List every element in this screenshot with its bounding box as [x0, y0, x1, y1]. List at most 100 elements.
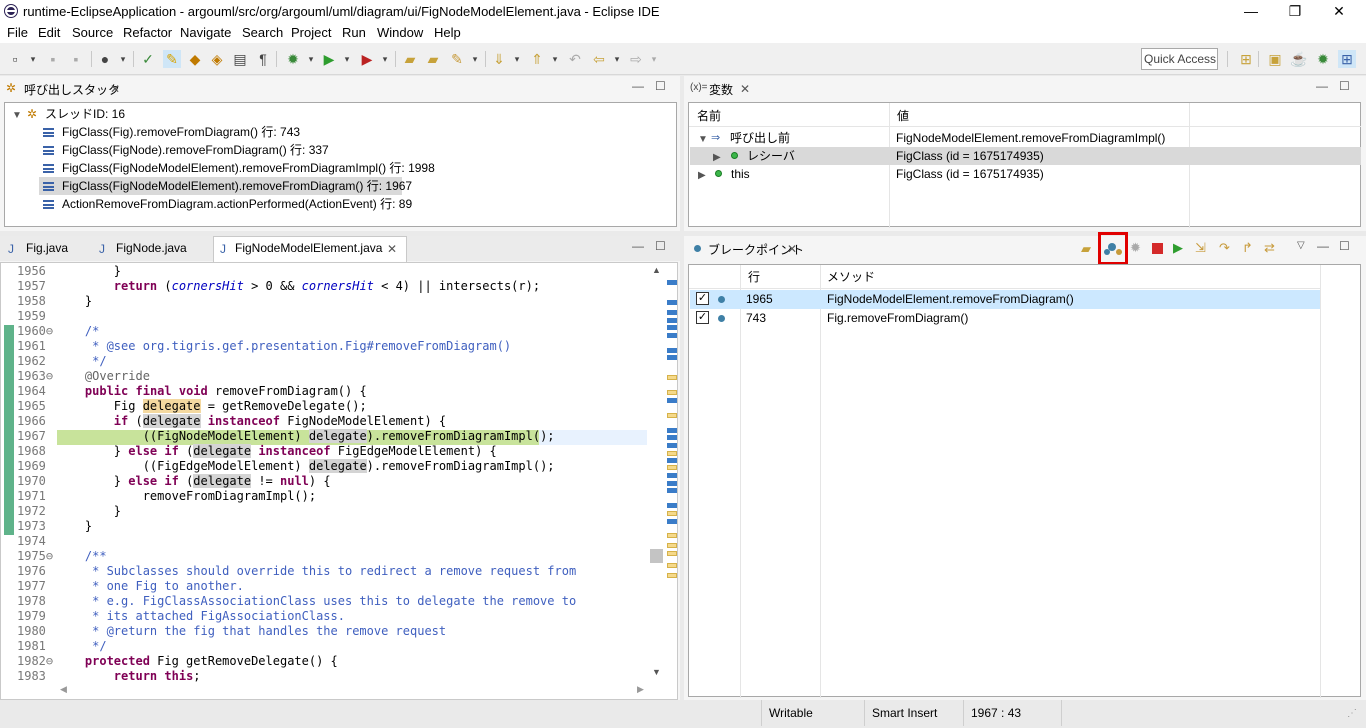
code-line[interactable]: ((FigNodeModelElement) delegate).removeF…: [56, 429, 555, 444]
terminate-icon[interactable]: [1152, 243, 1163, 254]
back-dropdown-icon[interactable]: ▾: [608, 50, 626, 68]
menu-refactor[interactable]: Refactor: [123, 25, 172, 40]
code-line[interactable]: return (cornersHit > 0 && cornersHit < 4…: [56, 279, 540, 294]
maximize-view-icon[interactable]: ☐: [655, 239, 666, 253]
menu-help[interactable]: Help: [434, 25, 461, 40]
thread-label[interactable]: スレッドID: 16: [45, 105, 125, 123]
close-button[interactable]: ✕: [1316, 0, 1362, 23]
menu-project[interactable]: Project: [291, 25, 331, 40]
save-icon[interactable]: ▪: [44, 50, 62, 68]
menu-source[interactable]: Source: [72, 25, 113, 40]
skip-all-icon[interactable]: ✹: [1130, 240, 1141, 256]
code-line[interactable]: * its attached FigAssociationClass.: [56, 609, 345, 624]
close-icon[interactable]: ✕: [387, 242, 397, 256]
tab-fig-java[interactable]: Fig.java: [26, 241, 68, 255]
chevron-right-icon[interactable]: ▶: [713, 152, 721, 163]
variable-name[interactable]: 呼び出し前: [730, 129, 790, 147]
column-header-method[interactable]: メソッド: [827, 268, 875, 286]
chevron-down-icon[interactable]: ▼: [698, 134, 708, 145]
new-dropdown-icon[interactable]: ▾: [24, 50, 42, 68]
column-header-name[interactable]: 名前: [697, 107, 721, 125]
run-dropdown-icon[interactable]: ▾: [338, 50, 356, 68]
maximize-view-icon[interactable]: ☐: [1339, 239, 1350, 253]
code-line[interactable]: * @return the fig that handles the remov…: [56, 624, 446, 639]
menu-edit[interactable]: Edit: [38, 25, 60, 40]
breakpoint-method[interactable]: FigNodeModelElement.removeFromDiagram(): [827, 290, 1074, 308]
back-icon[interactable]: ⇦: [590, 50, 608, 68]
next-annotation-dropdown-icon[interactable]: ▾: [508, 50, 526, 68]
show-whitespace-icon[interactable]: ¶: [254, 50, 272, 68]
menu-run[interactable]: Run: [342, 25, 366, 40]
maximize-view-icon[interactable]: ☐: [655, 79, 666, 93]
toggle-icon-2[interactable]: ◈: [208, 50, 226, 68]
maximize-button[interactable]: ❐: [1272, 0, 1318, 23]
java-perspective-icon[interactable]: ☕: [1290, 50, 1308, 68]
code-line[interactable]: }: [56, 504, 121, 519]
call-stack-tab-label[interactable]: 呼び出しスタック: [24, 81, 120, 98]
step-return-icon[interactable]: ↱: [1242, 240, 1253, 256]
code-line[interactable]: */: [56, 354, 106, 369]
resume-icon[interactable]: ▶: [1173, 240, 1183, 256]
variables-tab-label[interactable]: 変数: [709, 81, 733, 98]
import-breakpoints-icon[interactable]: ▰: [1081, 241, 1091, 257]
resource-perspective-icon[interactable]: ⊞: [1338, 50, 1356, 68]
scroll-right-icon[interactable]: ▶: [637, 684, 644, 695]
chevron-down-icon[interactable]: ▼: [12, 110, 22, 121]
code-line[interactable]: * one Fig to another.: [56, 579, 244, 594]
maximize-view-icon[interactable]: ☐: [1339, 79, 1350, 93]
forward-dropdown-icon[interactable]: ▾: [645, 50, 663, 68]
minimize-view-icon[interactable]: —: [632, 79, 644, 93]
column-header-value[interactable]: 値: [897, 107, 909, 125]
new-icon[interactable]: ▫: [6, 50, 24, 68]
menu-window[interactable]: Window: [377, 25, 423, 40]
code-line[interactable]: return this;: [56, 669, 201, 684]
code-line[interactable]: /**: [56, 549, 107, 564]
minimize-button[interactable]: —: [1228, 0, 1274, 23]
code-line[interactable]: * @see org.tigris.gef.presentation.Fig#r…: [56, 339, 511, 354]
view-menu-icon[interactable]: ▽: [1297, 240, 1305, 251]
minimize-view-icon[interactable]: —: [1316, 79, 1328, 93]
code-line[interactable]: * Subclasses should override this to red…: [56, 564, 576, 579]
debug-perspective-icon[interactable]: ✹: [1314, 50, 1332, 68]
toggle-icon-3[interactable]: ▤: [231, 50, 249, 68]
last-edit-icon[interactable]: ↶: [566, 50, 584, 68]
breakpoint-line[interactable]: 743: [746, 309, 766, 327]
stack-frame[interactable]: FigClass(FigNodeModelElement).removeFrom…: [62, 177, 412, 195]
step-into-icon[interactable]: ⇲: [1195, 240, 1206, 256]
tab-fignodemodelelement-java[interactable]: FigNodeModelElement.java: [235, 241, 382, 255]
quick-access-field[interactable]: Quick Access: [1141, 48, 1218, 70]
prev-annotation-icon[interactable]: ⇑: [528, 50, 546, 68]
step-over-icon[interactable]: ↷: [1219, 240, 1230, 256]
code-line[interactable]: protected Fig getRemoveDelegate() {: [56, 654, 338, 669]
stack-frame[interactable]: FigClass(FigNode).removeFromDiagram() 行:…: [62, 141, 329, 159]
prev-annotation-dropdown-icon[interactable]: ▾: [546, 50, 564, 68]
resize-grip-icon[interactable]: ⋰: [1347, 708, 1357, 719]
code-line[interactable]: }: [56, 519, 92, 534]
open-type-icon[interactable]: ▰: [401, 50, 419, 68]
search-icon[interactable]: ✎: [448, 50, 466, 68]
variable-name[interactable]: レシーバ: [747, 147, 795, 165]
code-line[interactable]: Fig delegate = getRemoveDelegate();: [56, 399, 367, 414]
close-icon[interactable]: ✕: [740, 82, 750, 96]
stack-frame[interactable]: FigClass(FigNodeModelElement).removeFrom…: [62, 159, 435, 177]
debug-icon[interactable]: ✹: [284, 50, 302, 68]
close-icon[interactable]: ✕: [110, 82, 120, 96]
open-folder-icon[interactable]: ▰: [424, 50, 442, 68]
publish-dropdown-icon[interactable]: ▾: [114, 50, 132, 68]
chevron-right-icon[interactable]: ▶: [698, 170, 706, 181]
code-line[interactable]: } else if (delegate != null) {: [56, 474, 331, 489]
java-ee-perspective-icon[interactable]: ▣: [1266, 50, 1284, 68]
code-line[interactable]: removeFromDiagramImpl();: [56, 489, 316, 504]
code-line[interactable]: * e.g. FigClassAssociationClass uses thi…: [56, 594, 576, 609]
code-line[interactable]: }: [56, 264, 121, 279]
code-line[interactable]: ((FigEdgeModelElement) delegate).removeF…: [56, 459, 555, 474]
menu-file[interactable]: File: [7, 25, 28, 40]
close-icon[interactable]: ✕: [787, 242, 797, 256]
stack-frame[interactable]: ActionRemoveFromDiagram.actionPerformed(…: [62, 195, 412, 213]
mark-occurrences-icon[interactable]: ✎: [163, 50, 181, 68]
code-line[interactable]: } else if (delegate instanceof FigEdgeMo…: [56, 444, 497, 459]
vertical-scrollbar-thumb[interactable]: [650, 549, 663, 563]
code-line[interactable]: if (delegate instanceof FigNodeModelElem…: [56, 414, 446, 429]
tab-fignode-java[interactable]: FigNode.java: [116, 241, 187, 255]
breakpoint-line[interactable]: 1965: [746, 290, 773, 308]
